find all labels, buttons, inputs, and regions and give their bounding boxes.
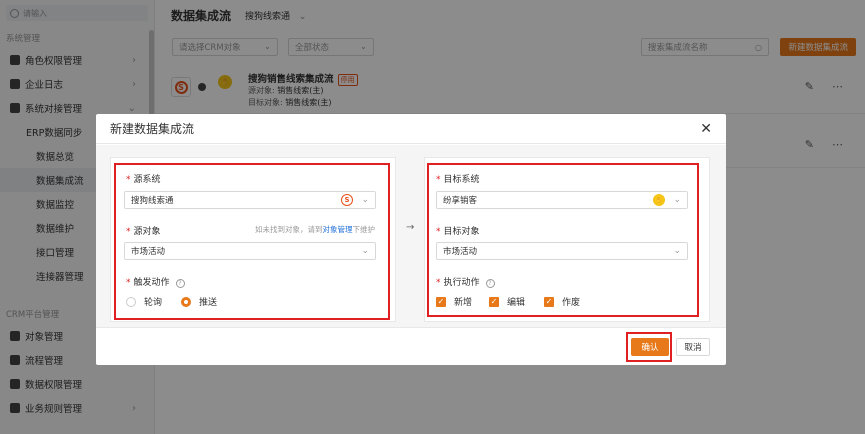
target-highlight-box bbox=[427, 163, 699, 317]
dialog-title: 新建数据集成流 bbox=[110, 122, 195, 136]
close-icon[interactable]: ✕ bbox=[700, 121, 712, 137]
dialog-header: 新建数据集成流 ✕ bbox=[96, 114, 726, 144]
source-highlight-box bbox=[114, 163, 390, 320]
dialog-footer: 确认 取消 bbox=[96, 327, 726, 365]
cancel-button[interactable]: 取消 bbox=[676, 338, 710, 356]
arrow-right-icon: → bbox=[406, 222, 415, 233]
confirm-button[interactable]: 确认 bbox=[631, 338, 669, 356]
